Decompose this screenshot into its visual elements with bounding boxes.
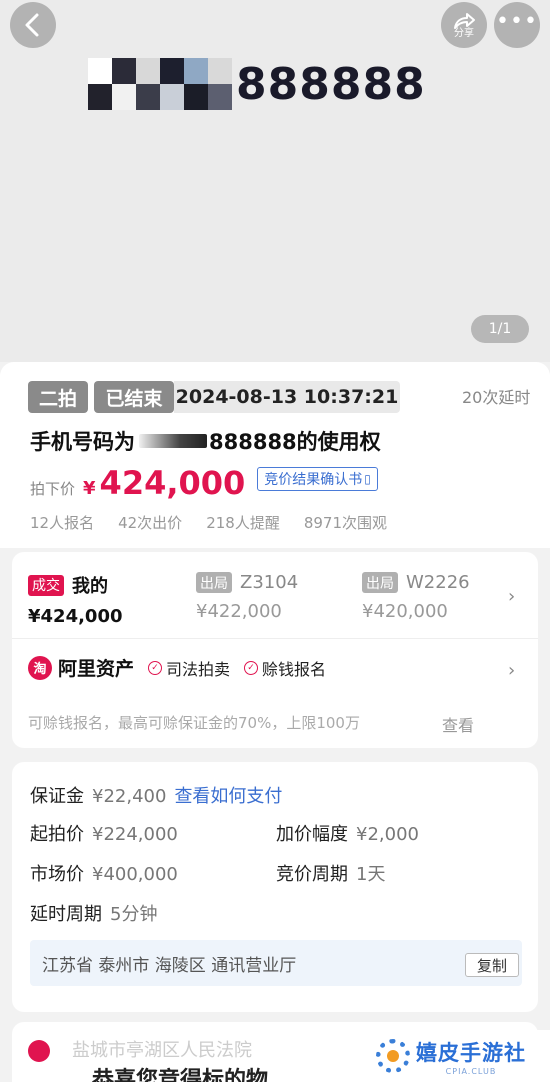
image-gallery[interactable]: 分享 ••• 888888 1/1	[0, 0, 550, 362]
lot-title: 手机号码为 888888的使用权	[30, 426, 381, 456]
bid-amount: ¥422,000	[196, 601, 282, 622]
chevron-right-icon[interactable]: ›	[508, 660, 515, 681]
bid-record[interactable]: 出局 W2226 ¥420,000	[362, 572, 470, 622]
watermark-logo-icon	[376, 1039, 410, 1073]
address-text: 江苏省 泰州市 海陵区 通讯营业厅	[42, 955, 297, 976]
certificate-label: 竞价结果确认书	[264, 472, 363, 488]
start-price-value: ¥224,000	[92, 824, 178, 845]
increment-label: 加价幅度	[276, 824, 348, 845]
bid-period-value: 1天	[356, 864, 386, 885]
tag-label: 赊钱报名	[262, 659, 327, 679]
increment-row: 加价幅度 ¥2,000	[276, 820, 419, 846]
check-circle-icon: ✓	[148, 660, 163, 675]
start-price-label: 起拍价	[30, 824, 84, 845]
chevron-right-icon[interactable]: ›	[508, 586, 515, 607]
ali-assets-name: 阿里资产	[58, 658, 135, 680]
deposit-value: ¥22,400	[92, 786, 167, 807]
bid-record[interactable]: 出局 Z3104 ¥422,000	[196, 572, 298, 622]
ali-assets-row[interactable]: 淘 阿里资产 ✓ 司法拍卖 ✓ 赊钱报名	[28, 654, 326, 681]
delay-count: 20次延时	[462, 388, 531, 407]
bid-amount: ¥420,000	[362, 601, 448, 622]
auction-stats: 12人报名 42次出价 218人提醒 8971次围观	[30, 512, 387, 533]
lot-title-prefix: 手机号码为	[30, 430, 135, 454]
auction-info-card: 二拍 已结束 2024-08-13 10:37:21 20次延时 手机号码为 8…	[0, 362, 550, 548]
delay-period-value: 5分钟	[110, 904, 158, 925]
end-time: 2024-08-13 10:37:21	[174, 381, 400, 413]
increment-value: ¥2,000	[356, 824, 419, 845]
bid-period-label: 竞价周期	[276, 864, 348, 885]
out-badge: 出局	[362, 572, 398, 593]
watermark-text: 嬉皮手游社 CPIA.CLUB	[416, 1037, 526, 1076]
market-price-value: ¥400,000	[92, 864, 178, 885]
start-price-row: 起拍价 ¥224,000	[30, 820, 178, 846]
stat-bids: 42次出价	[118, 514, 183, 532]
share-button[interactable]: 分享	[441, 2, 487, 48]
court-name: 盐城市亭湖区人民法院	[72, 1040, 252, 1061]
bid-records-card: 成交 我的 ¥424,000 出局 Z3104 ¥422,000 出局 W222…	[12, 552, 538, 748]
delay-period-label: 延时周期	[30, 904, 102, 925]
status-tag: 已结束	[94, 381, 174, 413]
bid-record[interactable]: 成交 我的 ¥424,000	[28, 572, 123, 627]
document-icon: ▯	[364, 472, 371, 486]
bidder-name: W2226	[406, 572, 470, 593]
phone-number-visible-digits: 888888	[236, 58, 426, 110]
ali-assets-logo-icon: 淘	[28, 655, 52, 680]
view-link[interactable]: 查看	[442, 712, 474, 736]
watermark-title: 嬉皮手游社	[416, 1040, 526, 1065]
stat-reminders: 218人提醒	[206, 514, 280, 532]
how-to-pay-link[interactable]: 查看如何支付	[174, 782, 282, 808]
pixelated-mask	[88, 58, 232, 110]
credit-signup-tag: ✓ 赊钱报名	[244, 656, 326, 680]
out-badge: 出局	[196, 572, 232, 593]
final-price-row: 拍下价 ¥ 424,000 竞价结果确认书 ▯	[30, 464, 378, 502]
court-icon	[28, 1040, 50, 1062]
bid-amount: ¥424,000	[28, 606, 123, 627]
divider	[12, 638, 538, 639]
delay-period-row: 延时周期 5分钟	[30, 900, 157, 926]
deposit-row: 保证金 ¥22,400 查看如何支付	[30, 782, 282, 808]
bid-period-row: 竞价周期 1天	[276, 860, 385, 886]
judicial-auction-tag: ✓ 司法拍卖	[148, 656, 230, 680]
currency-symbol: ¥	[83, 478, 96, 499]
share-label: 分享	[454, 28, 474, 39]
tag-label: 司法拍卖	[166, 659, 231, 679]
phone-number-image: 888888	[88, 56, 426, 112]
bidder-name: Z3104	[240, 572, 299, 593]
credit-note: 可赊钱报名，最高可赊保证金的70%，上限100万	[28, 714, 360, 732]
final-price-label: 拍下价	[30, 480, 76, 498]
back-button[interactable]	[10, 2, 56, 48]
market-price-row: 市场价 ¥400,000	[30, 860, 178, 886]
certificate-button[interactable]: 竞价结果确认书 ▯	[257, 467, 378, 491]
final-price: 424,000	[99, 464, 246, 502]
congrats-text: 恭喜您竞得标的物	[92, 1068, 269, 1082]
won-badge: 成交	[28, 574, 64, 596]
stat-registrations: 12人报名	[30, 514, 95, 532]
ellipsis-icon: •••	[496, 8, 538, 34]
lot-title-suffix: 888888的使用权	[209, 430, 381, 454]
copy-button[interactable]: 复制	[465, 953, 519, 977]
stat-views: 8971次围观	[303, 514, 388, 532]
page-indicator: 1/1	[471, 315, 529, 343]
redaction-mask	[139, 434, 207, 448]
address-bar: 江苏省 泰州市 海陵区 通讯营业厅	[30, 940, 522, 986]
market-price-label: 市场价	[30, 864, 84, 885]
auction-details-card: 保证金 ¥22,400 查看如何支付 起拍价 ¥224,000 加价幅度 ¥2,…	[12, 762, 538, 1012]
bidder-name: 我的	[72, 576, 108, 597]
chevron-left-icon	[25, 13, 39, 37]
check-circle-icon: ✓	[244, 660, 259, 675]
round-tag: 二拍	[28, 381, 88, 413]
more-button[interactable]: •••	[494, 2, 540, 48]
deposit-label: 保证金	[30, 786, 84, 807]
watermark: 嬉皮手游社 CPIA.CLUB	[350, 1030, 550, 1082]
watermark-sub: CPIA.CLUB	[445, 1066, 497, 1076]
